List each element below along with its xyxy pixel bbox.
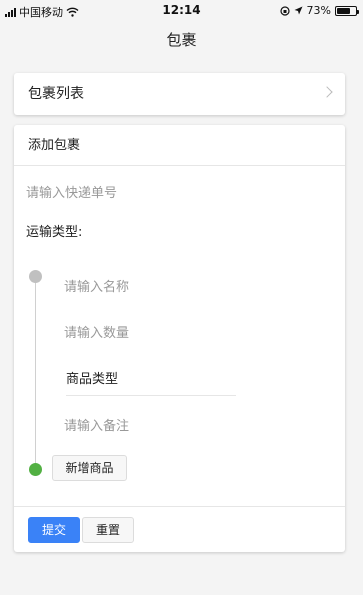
- status-bar: 中国移动 12:14 73%: [0, 0, 363, 20]
- item-name-input[interactable]: 请输入名称: [64, 276, 129, 295]
- battery-icon: [335, 5, 359, 16]
- add-item-button[interactable]: 新增商品: [52, 455, 127, 481]
- package-list-row[interactable]: 包裹列表: [14, 73, 345, 115]
- location-icon: [294, 6, 303, 15]
- item-note-input[interactable]: 请输入备注: [64, 415, 129, 434]
- transport-type-label: 运输类型:: [26, 225, 83, 240]
- item-type-select[interactable]: 商品类型: [66, 367, 236, 396]
- item-type-label: 商品类型: [66, 372, 119, 387]
- package-list-title: 包裹列表: [28, 86, 84, 102]
- tracking-number-input[interactable]: 请输入快递单号: [26, 182, 117, 201]
- form-title: 添加包裹: [14, 125, 345, 166]
- submit-button[interactable]: 提交: [28, 517, 80, 543]
- timeline-line: [35, 276, 36, 469]
- add-package-form: 添加包裹 请输入快递单号 运输类型: 请输入名称 请输入数量 商品类型 请输入备…: [14, 125, 345, 552]
- orientation-lock-icon: [279, 5, 290, 16]
- page-title: 包裹: [166, 31, 197, 49]
- form-footer: 提交 重置: [14, 506, 345, 552]
- nav-bar: 包裹: [0, 20, 363, 60]
- chevron-right-icon: [321, 86, 333, 98]
- reset-button[interactable]: 重置: [82, 517, 134, 543]
- timeline-dot-start: [29, 270, 42, 283]
- status-right: 73%: [279, 4, 359, 17]
- timeline-dot-end: [29, 463, 42, 476]
- battery-percent: 73%: [306, 4, 331, 17]
- item-quantity-input[interactable]: 请输入数量: [64, 322, 129, 341]
